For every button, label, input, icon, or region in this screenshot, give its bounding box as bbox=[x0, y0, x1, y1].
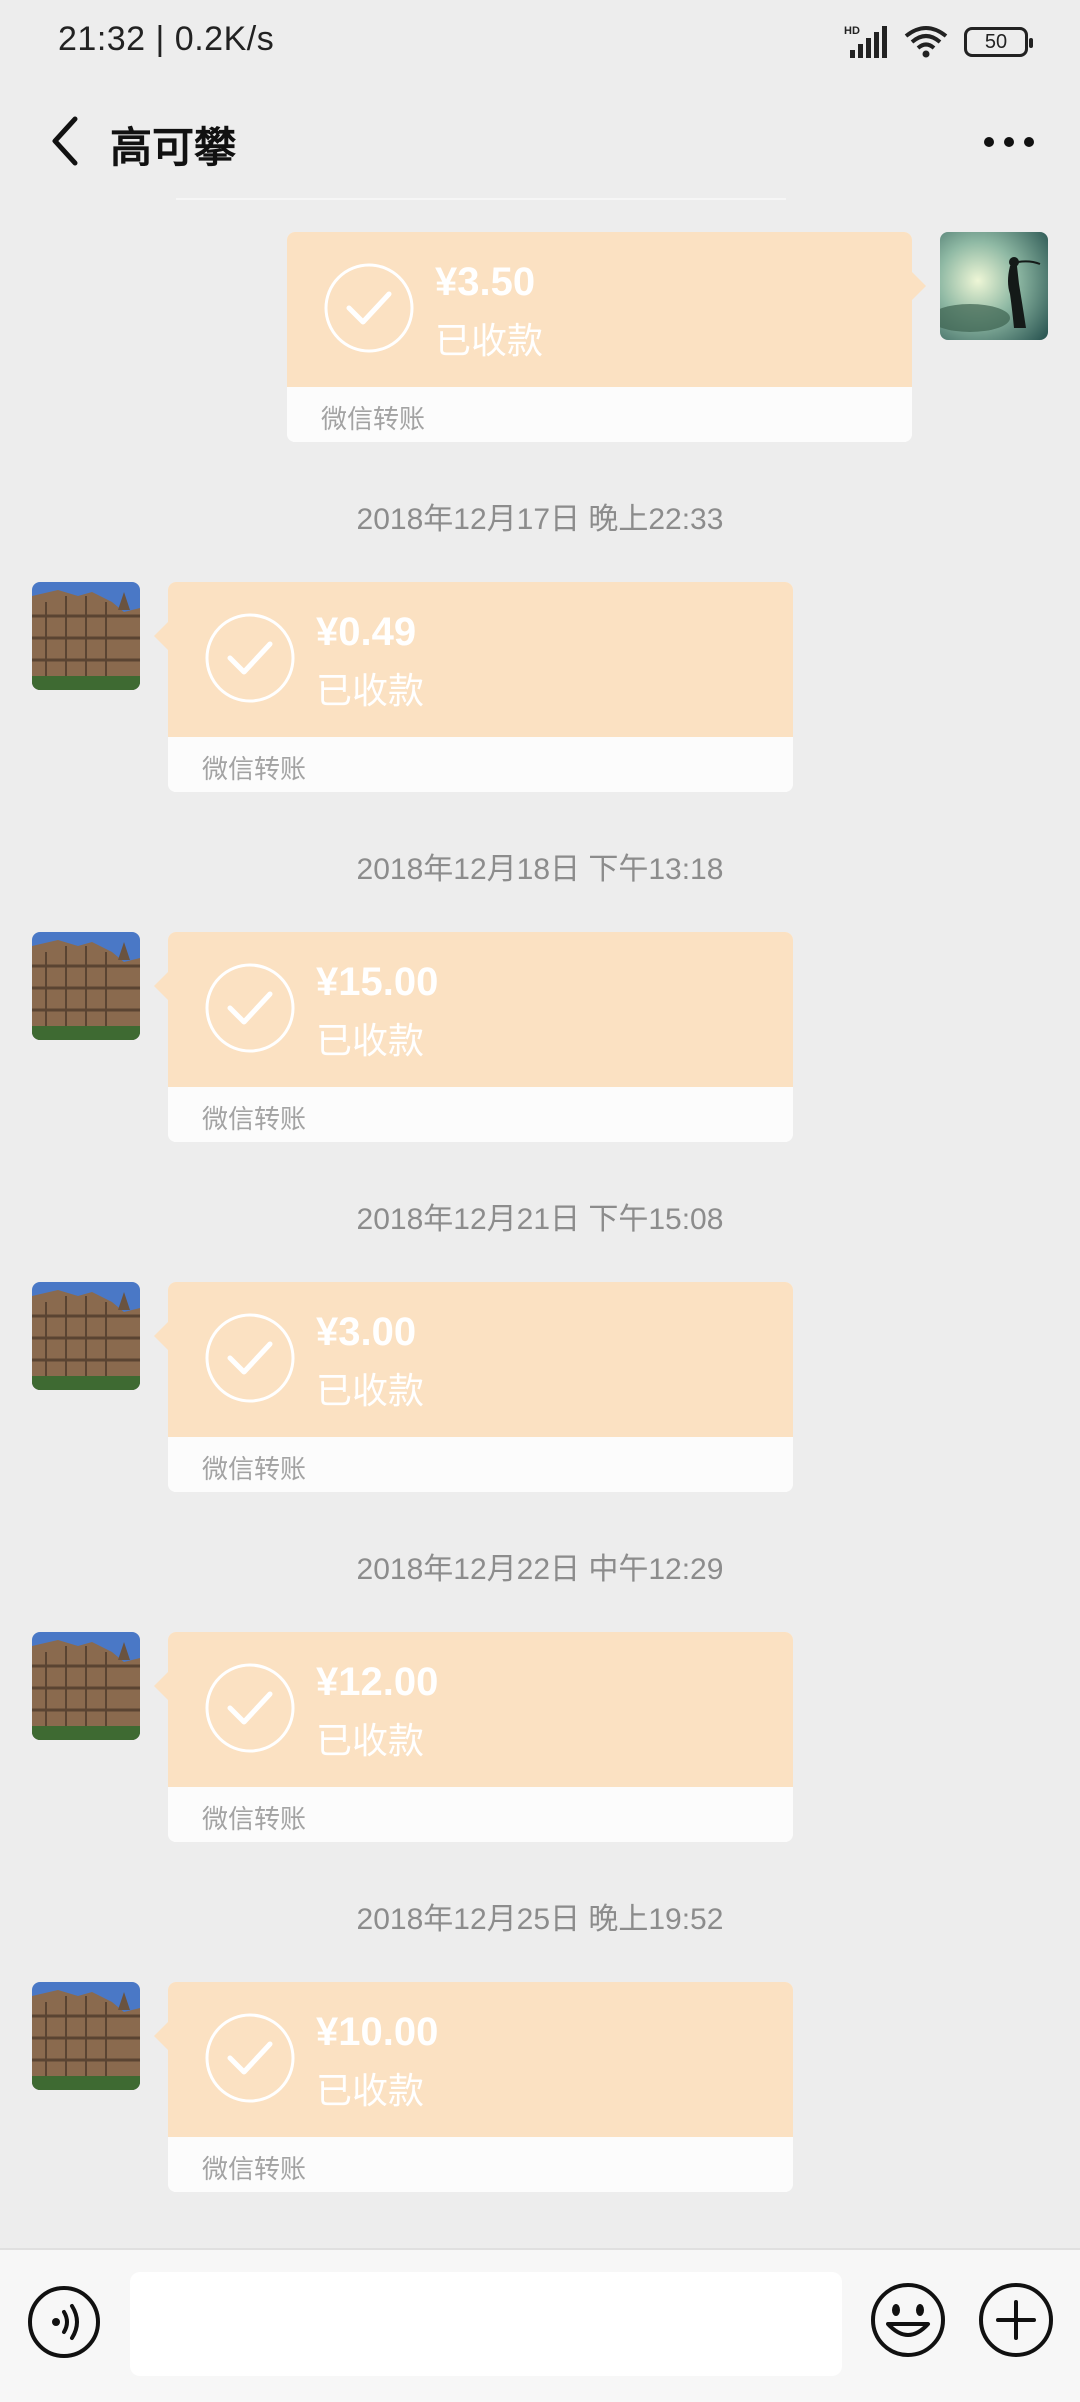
input-bar bbox=[0, 2248, 1080, 2402]
avatar-self[interactable] bbox=[940, 232, 1048, 340]
check-icon bbox=[205, 1663, 295, 1753]
chat-header: 高可攀 bbox=[0, 84, 1080, 198]
transfer-label: 微信转账 bbox=[321, 404, 426, 434]
transfer-bubble[interactable]: ¥0.49 已收款 微信转账 bbox=[168, 582, 793, 792]
transfer-bubble[interactable]: ¥15.00 已收款 微信转账 bbox=[168, 932, 793, 1142]
check-icon bbox=[205, 1313, 295, 1403]
check-icon bbox=[205, 963, 295, 1053]
signal-icon: HD bbox=[844, 25, 887, 58]
transfer-status: 已收款 bbox=[435, 320, 544, 361]
avatar-contact-image bbox=[32, 582, 140, 690]
transfer-status: 已收款 bbox=[316, 1020, 425, 1061]
transfer-amount: ¥12.00 bbox=[316, 1660, 439, 1704]
bubble-tail bbox=[154, 622, 168, 650]
transfer-bubble[interactable]: ¥10.00 已收款 微信转账 bbox=[168, 1982, 793, 2192]
transfer-label: 微信转账 bbox=[202, 1104, 307, 1134]
bubble-tail bbox=[912, 272, 926, 300]
avatar-contact-image bbox=[32, 1982, 140, 2090]
voice-button[interactable] bbox=[26, 2284, 102, 2360]
emoji-button[interactable] bbox=[868, 2280, 948, 2360]
check-icon bbox=[205, 2013, 295, 2103]
emoji-icon bbox=[871, 2283, 945, 2357]
avatar-contact-image bbox=[32, 1282, 140, 1390]
avatar-contact[interactable] bbox=[32, 1282, 140, 1390]
avatar-contact-image bbox=[32, 1632, 140, 1740]
transfer-amount: ¥3.00 bbox=[316, 1310, 417, 1354]
transfer-amount: ¥10.00 bbox=[316, 2010, 439, 2054]
avatar-contact-image bbox=[32, 932, 140, 1040]
timestamp: 2018年12月18日 下午13:18 bbox=[356, 853, 724, 886]
transfer-bubble[interactable]: ¥3.50 已收款 微信转账 bbox=[287, 232, 912, 442]
transfer-amount: ¥0.49 bbox=[316, 610, 417, 654]
avatar-contact[interactable] bbox=[32, 932, 140, 1040]
transfer-amount: ¥15.00 bbox=[316, 960, 439, 1004]
avatar-self-image bbox=[940, 232, 1048, 340]
timestamp: 2018年12月22日 中午12:29 bbox=[356, 1553, 724, 1586]
status-icons: HD 50 bbox=[844, 22, 1033, 62]
avatar-contact[interactable] bbox=[32, 1632, 140, 1740]
transfer-status: 已收款 bbox=[316, 1720, 425, 1761]
transfer-amount: ¥3.50 bbox=[435, 260, 536, 304]
wifi-icon bbox=[904, 26, 948, 58]
message-input[interactable] bbox=[130, 2272, 842, 2376]
voice-icon bbox=[28, 2286, 100, 2358]
avatar-contact[interactable] bbox=[32, 582, 140, 690]
bubble-tail bbox=[154, 1322, 168, 1350]
chat-title: 高可攀 bbox=[110, 124, 237, 171]
transfer-bubble[interactable]: ¥3.00 已收款 微信转账 bbox=[168, 1282, 793, 1492]
status-bar: 21:32 | 0.2K/s HD 50 bbox=[0, 0, 1080, 84]
check-icon bbox=[205, 613, 295, 703]
back-button[interactable] bbox=[30, 106, 100, 176]
timestamp: 2018年12月17日 晚上22:33 bbox=[356, 503, 724, 536]
bubble-tail bbox=[154, 972, 168, 1000]
back-arrow-icon bbox=[52, 116, 78, 166]
status-time: 21:32 | 0.2K/s bbox=[58, 20, 275, 58]
check-icon bbox=[324, 263, 414, 353]
timestamp: 2018年12月25日 晚上19:52 bbox=[356, 1903, 724, 1936]
network-badge: HD bbox=[844, 25, 860, 37]
transfer-bubble[interactable]: ¥12.00 已收款 微信转账 bbox=[168, 1632, 793, 1842]
transfer-status: 已收款 bbox=[316, 2070, 425, 2111]
timestamp: 2018年12月21日 下午15:08 bbox=[356, 1203, 724, 1236]
transfer-label: 微信转账 bbox=[202, 754, 307, 784]
transfer-label: 微信转账 bbox=[202, 1804, 307, 1834]
more-button[interactable] bbox=[974, 112, 1044, 172]
more-functions-button[interactable] bbox=[976, 2280, 1056, 2360]
plus-icon bbox=[979, 2283, 1053, 2357]
transfer-label: 微信转账 bbox=[202, 1454, 307, 1484]
more-dots-icon bbox=[984, 137, 1034, 147]
header-divider bbox=[176, 198, 786, 200]
bubble-tail bbox=[154, 2022, 168, 2050]
avatar-contact[interactable] bbox=[32, 1982, 140, 2090]
battery-icon: 50 bbox=[964, 27, 1033, 57]
bubble-tail bbox=[154, 1672, 168, 1700]
transfer-status: 已收款 bbox=[316, 1370, 425, 1411]
battery-level: 50 bbox=[984, 30, 1008, 53]
transfer-label: 微信转账 bbox=[202, 2154, 307, 2184]
transfer-status: 已收款 bbox=[316, 670, 425, 711]
